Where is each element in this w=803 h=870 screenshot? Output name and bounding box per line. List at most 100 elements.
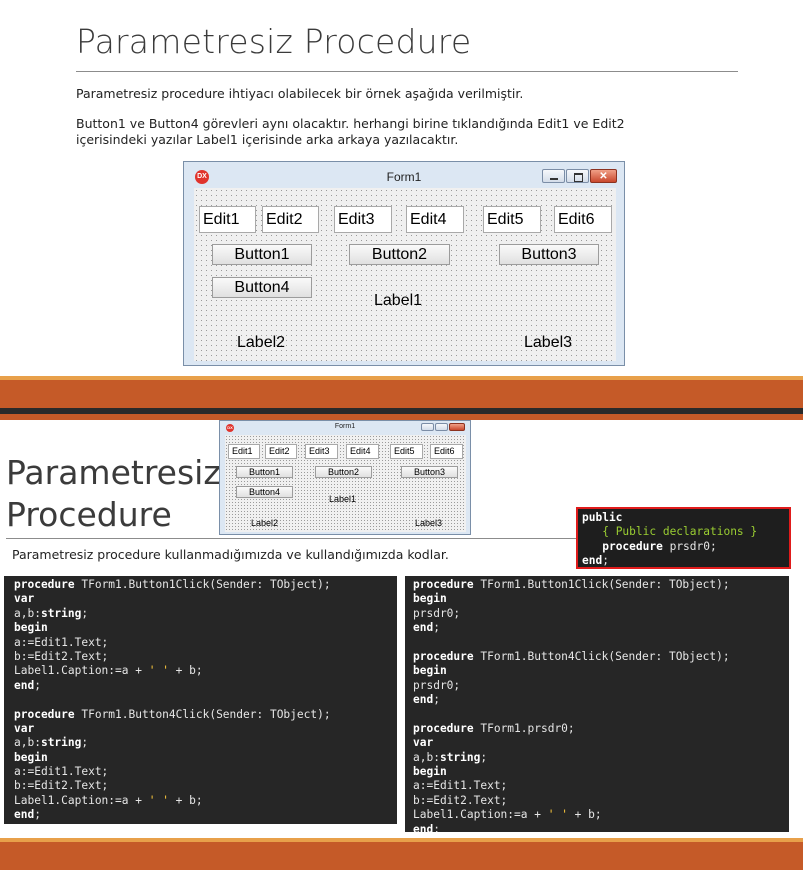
label1-small: Label1 <box>329 494 357 504</box>
code-token: ; <box>34 808 41 822</box>
code-token: TForm1.prsdr0; <box>473 721 575 735</box>
edit4-field[interactable]: Edit4 <box>406 206 464 233</box>
code-token: end <box>413 693 434 707</box>
slide2-title: Parametresiz Procedure <box>6 452 221 536</box>
slide2-title-divider <box>6 538 576 539</box>
code-token: end <box>413 822 434 832</box>
code-line: var <box>413 736 789 750</box>
code-token: prsdr0; <box>413 606 461 620</box>
code-keyword: procedure <box>602 539 663 553</box>
edit6-field-small[interactable]: Edit6 <box>430 444 463 459</box>
button1-small[interactable]: Button1 <box>236 466 293 478</box>
bottom-footer-bar <box>0 842 803 870</box>
edit2-field-small[interactable]: Edit2 <box>265 444 297 459</box>
maximize-icon-small[interactable] <box>435 423 448 431</box>
code-line: procedure TForm1.Button4Click(Sender: TO… <box>413 650 789 664</box>
close-icon[interactable]: ✕ <box>590 169 617 183</box>
edit3-field[interactable]: Edit3 <box>334 206 392 233</box>
slide1-title: Parametresiz Procedure <box>76 22 472 61</box>
code-token: string <box>40 736 82 750</box>
slide1-intro: Parametresiz procedure ihtiyacı olabilec… <box>76 86 524 101</box>
code-token: b:=Edit2.Text; <box>14 649 109 663</box>
maximize-icon[interactable] <box>566 169 589 183</box>
code-token: string <box>40 606 82 620</box>
close-icon-small[interactable] <box>449 423 465 431</box>
code-token: a:=Edit1.Text; <box>14 635 109 649</box>
code-line: begin <box>413 664 789 678</box>
code-line: end; <box>14 808 397 822</box>
code-line: begin <box>413 592 789 606</box>
code-token: b:=Edit2.Text; <box>413 793 508 807</box>
app-logo-icon-small: DX <box>226 424 234 432</box>
code-line: Label1.Caption:=a + ' ' + b; <box>413 808 789 822</box>
button2-small[interactable]: Button2 <box>315 466 372 478</box>
edit6-field[interactable]: Edit6 <box>554 206 612 233</box>
code-line: end; <box>413 823 789 832</box>
code-line: { Public declarations } <box>582 525 785 539</box>
code-token: end <box>14 678 35 692</box>
code-line: a,b:string; <box>14 607 397 621</box>
code-line: a,b:string; <box>14 736 397 750</box>
button3-small[interactable]: Button3 <box>401 466 458 478</box>
code-token: b:=Edit2.Text; <box>14 779 109 793</box>
code-text: ; <box>602 554 609 568</box>
code-line: Label1.Caption:=a + ' ' + b; <box>14 664 397 678</box>
code-token: TForm1.Button1Click(Sender: TObject); <box>473 578 730 591</box>
window-title-small: Form1 <box>334 423 356 430</box>
minimize-icon-small[interactable] <box>421 423 434 431</box>
code-token: + b; <box>567 808 602 822</box>
code-token: a,b: <box>14 736 41 750</box>
label3-small: Label3 <box>415 518 443 528</box>
code-token: TForm1.Button4Click(Sender: TObject); <box>74 707 331 721</box>
button4[interactable]: Button4 <box>212 277 312 298</box>
code-line: a:=Edit1.Text; <box>14 765 397 779</box>
code-token: Label1.Caption:=a + <box>14 664 149 678</box>
edit3-field-small[interactable]: Edit3 <box>305 444 338 459</box>
slide2-title-line1: Parametresiz <box>6 453 221 492</box>
form1-client-area: Edit1 Edit2 Edit3 Edit4 Edit5 Edit6 Butt… <box>194 188 616 361</box>
button4-small[interactable]: Button4 <box>236 486 293 498</box>
code-line: prsdr0; <box>413 607 789 621</box>
code-token: a,b: <box>413 750 440 764</box>
edit5-field-small[interactable]: Edit5 <box>390 444 423 459</box>
code-token: var <box>14 592 35 606</box>
code-line: b:=Edit2.Text; <box>14 650 397 664</box>
code-line: b:=Edit2.Text; <box>413 794 789 808</box>
slide2-title-line2: Procedure <box>6 495 172 534</box>
edit2-field[interactable]: Edit2 <box>262 206 319 233</box>
code-token: end <box>14 808 35 822</box>
code-token: procedure <box>413 578 474 591</box>
code-line: begin <box>14 751 397 765</box>
public-declarations-code: public { Public declarations } procedure… <box>576 507 791 569</box>
code-token: string <box>439 750 481 764</box>
button2[interactable]: Button2 <box>349 244 450 265</box>
code-line: a:=Edit1.Text; <box>413 779 789 793</box>
code-line: a:=Edit1.Text; <box>14 636 397 650</box>
code-token: begin <box>413 664 447 678</box>
edit1-field[interactable]: Edit1 <box>199 206 256 233</box>
button1[interactable]: Button1 <box>212 244 312 265</box>
code-line: end; <box>413 693 789 707</box>
code-token: ; <box>34 678 41 692</box>
code-token: ; <box>433 822 440 832</box>
code-line: begin <box>413 765 789 779</box>
code-line: a,b:string; <box>413 751 789 765</box>
slide2-caption: Parametresiz procedure kullanmadığımızda… <box>12 547 449 562</box>
code-token: Label1.Caption:=a + <box>14 793 149 807</box>
code-token: ; <box>81 736 89 750</box>
code-token: procedure <box>14 578 75 591</box>
code-token: procedure <box>413 649 474 663</box>
code-token: procedure <box>413 721 474 735</box>
minimize-icon[interactable] <box>542 169 565 183</box>
code-token: ; <box>433 621 440 635</box>
code-token: a:=Edit1.Text; <box>413 779 508 793</box>
button3[interactable]: Button3 <box>499 244 599 265</box>
edit4-field-small[interactable]: Edit4 <box>346 444 379 459</box>
code-token: Label1.Caption:=a + <box>413 808 548 822</box>
code-line: procedure TForm1.prsdr0; <box>413 722 789 736</box>
code-token: begin <box>413 765 447 779</box>
edit5-field[interactable]: Edit5 <box>483 206 541 233</box>
edit1-field-small[interactable]: Edit1 <box>228 444 260 459</box>
